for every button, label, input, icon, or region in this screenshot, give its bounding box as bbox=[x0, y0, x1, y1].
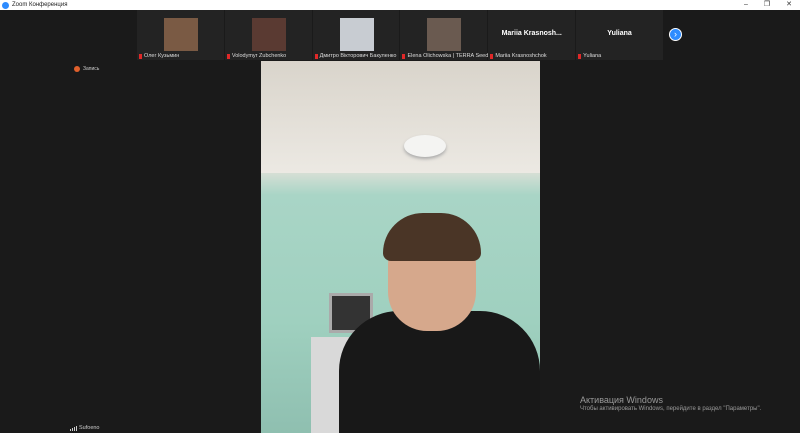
participant-name-text: Дмитро Вікторович Бакуленко bbox=[319, 53, 397, 59]
participant-tile[interactable]: Volodymyr Zubchenko bbox=[224, 10, 313, 60]
zoom-logo-icon bbox=[2, 1, 9, 9]
participant-strip: Олег Кузьмин Volodymyr Zubchenko Дмитро Ві… bbox=[137, 10, 664, 60]
participant-name: Volodymyr Zubchenko bbox=[226, 53, 287, 59]
participant-display-name: Mariia Krasnosh... bbox=[501, 30, 562, 37]
participant-name-text: Олег Кузьмин bbox=[144, 53, 180, 59]
participant-photo bbox=[427, 18, 462, 51]
title-bar: Zoom Конференция – ❐ ✕ bbox=[0, 0, 800, 10]
participant-tile[interactable]: Дмитро Вікторович Бакуленко bbox=[312, 10, 401, 60]
participant-name-text: Volodymyr Zubchenko bbox=[231, 53, 287, 59]
active-speaker-video bbox=[261, 61, 540, 433]
participant-photo bbox=[339, 18, 374, 51]
muted-mic-icon bbox=[578, 53, 582, 59]
participant-name: Дмитро Вікторович Бакуленко bbox=[314, 53, 397, 59]
recording-indicator[interactable]: Запись bbox=[74, 66, 99, 72]
participant-tile[interactable]: Yuliana Yuliana bbox=[576, 10, 664, 60]
minimize-button[interactable]: – bbox=[744, 0, 748, 10]
participant-photo bbox=[164, 18, 198, 51]
muted-mic-icon bbox=[402, 53, 406, 59]
network-status[interactable]: Sufoeno bbox=[70, 425, 100, 431]
window-title: Zoom Конференция bbox=[12, 2, 68, 8]
watermark-subtitle: Чтобы активировать Windows, перейдите в … bbox=[580, 406, 762, 412]
muted-mic-icon bbox=[139, 53, 142, 59]
participant-name: Elena Olichowska | TERRA Seed bbox=[402, 53, 488, 59]
participant-name: Олег Кузьмин bbox=[139, 53, 179, 59]
windows-activation-watermark: Активация Windows Чтобы активировать Win… bbox=[580, 395, 761, 412]
watermark-title: Активация Windows bbox=[580, 395, 663, 405]
recording-label: Запись bbox=[83, 66, 100, 72]
participant-tile[interactable]: Олег Кузьмин bbox=[137, 10, 225, 60]
ceiling-lamp bbox=[404, 135, 446, 157]
muted-mic-icon bbox=[490, 53, 494, 59]
close-button[interactable]: ✕ bbox=[786, 0, 792, 10]
muted-mic-icon bbox=[314, 53, 318, 59]
participant-display-name: Yuliana bbox=[607, 30, 632, 37]
record-icon bbox=[74, 66, 80, 72]
participant-name-text: Mariia Krasnoshchok bbox=[495, 53, 547, 59]
participant-photo bbox=[251, 18, 286, 51]
next-page-button[interactable]: › bbox=[669, 28, 682, 41]
participant-tile[interactable]: Mariia Krasnosh... Mariia Krasnoshchok bbox=[488, 10, 577, 60]
signal-icon bbox=[70, 426, 77, 431]
restore-button[interactable]: ❐ bbox=[764, 0, 770, 10]
speaker-hair bbox=[383, 213, 481, 261]
participant-tile[interactable]: Elena Olichowska | TERRA Seed bbox=[400, 10, 489, 60]
ceiling bbox=[261, 61, 540, 173]
participant-name-text: Yuliana bbox=[583, 53, 602, 59]
participant-name: Mariia Krasnoshchok bbox=[490, 53, 547, 59]
participant-name: Yuliana bbox=[578, 53, 601, 59]
participant-name-text: Elena Olichowska | TERRA Seed bbox=[407, 53, 489, 59]
network-label: Sufoeno bbox=[79, 425, 100, 431]
muted-mic-icon bbox=[226, 53, 230, 59]
